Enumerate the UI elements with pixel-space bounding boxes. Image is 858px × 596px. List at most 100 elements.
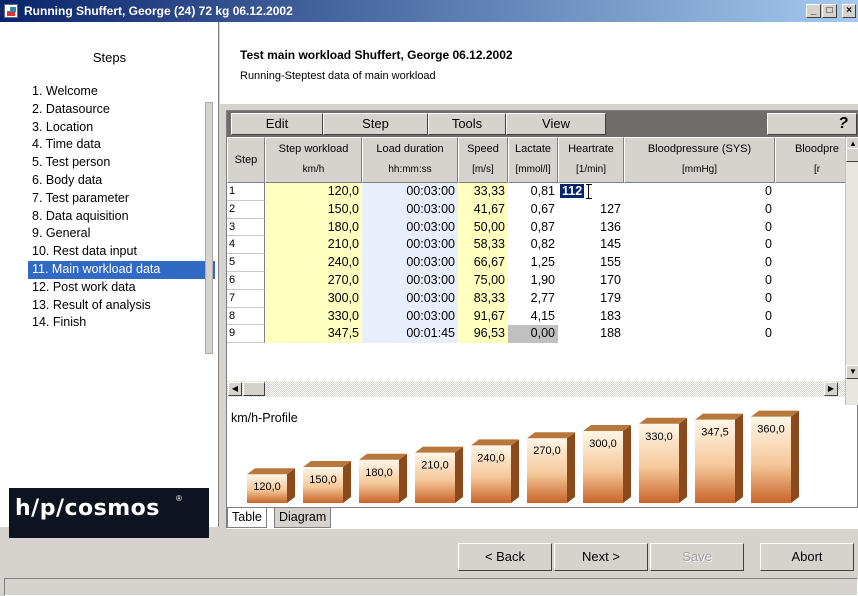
table-row[interactable]: 2 150,0 00:03:00 41,67 0,67 127 0 xyxy=(227,200,858,219)
heartrate-cell[interactable]: 127 xyxy=(558,200,624,219)
tab-diagram[interactable]: Diagram xyxy=(274,508,332,528)
speed-cell[interactable]: 96,53 xyxy=(458,325,508,344)
help-button[interactable]: ? xyxy=(767,113,857,135)
step-item[interactable]: 14. Finish xyxy=(30,314,215,332)
lactate-cell[interactable]: 0,82 xyxy=(508,236,558,255)
hscroll-thumb[interactable] xyxy=(243,382,265,396)
maximize-button[interactable]: □ xyxy=(822,4,837,18)
duration-cell[interactable]: 00:03:00 xyxy=(362,200,458,219)
step-cell[interactable]: 4 xyxy=(227,236,265,255)
table-row[interactable]: 5 240,0 00:03:00 66,67 1,25 155 0 xyxy=(227,254,858,272)
back-button[interactable]: < Back xyxy=(458,543,552,571)
speed-cell[interactable]: 83,33 xyxy=(458,289,508,308)
bloodpressure-sys-cell[interactable]: 0 xyxy=(624,254,775,272)
lactate-cell[interactable]: 0,67 xyxy=(508,200,558,219)
menu-view[interactable]: View xyxy=(506,113,606,135)
step-cell[interactable]: 8 xyxy=(227,307,265,326)
duration-cell[interactable]: 00:01:45 xyxy=(362,325,458,344)
step-cell[interactable]: 3 xyxy=(227,218,265,237)
scroll-thumb[interactable] xyxy=(846,148,858,162)
step-item[interactable]: 10. Rest data input xyxy=(30,243,215,261)
save-button[interactable]: Save xyxy=(650,543,744,571)
lactate-cell[interactable]: 1,90 xyxy=(508,272,558,290)
step-cell[interactable]: 9 xyxy=(227,325,265,344)
steps-scrollbar[interactable] xyxy=(205,102,213,354)
table-row[interactable]: 3 180,0 00:03:00 50,00 0,87 136 0 xyxy=(227,218,858,237)
step-item[interactable]: 3. Location xyxy=(30,119,215,137)
step-cell[interactable]: 1 xyxy=(227,183,265,201)
abort-button[interactable]: Abort xyxy=(760,543,854,571)
column-header[interactable]: Load duration hh:mm:ss xyxy=(362,137,458,183)
app-icon[interactable] xyxy=(4,4,18,18)
workload-cell[interactable]: 270,0 xyxy=(265,272,362,290)
scroll-down-button[interactable]: ▼ xyxy=(846,365,858,379)
duration-cell[interactable]: 00:03:00 xyxy=(362,289,458,308)
workload-cell[interactable]: 120,0 xyxy=(265,183,362,201)
lactate-cell[interactable]: 0,00 xyxy=(508,325,558,344)
column-header[interactable]: Speed [m/s] xyxy=(458,137,508,183)
scroll-right-button[interactable]: ▶ xyxy=(824,382,838,396)
heartrate-cell[interactable]: 155 xyxy=(558,254,624,272)
speed-cell[interactable]: 66,67 xyxy=(458,254,508,272)
workload-cell[interactable]: 330,0 xyxy=(265,307,362,326)
heartrate-cell[interactable]: 179 xyxy=(558,289,624,308)
heartrate-cell[interactable]: 136 xyxy=(558,218,624,237)
close-button[interactable]: × xyxy=(842,4,856,18)
heartrate-cell[interactable]: 170 xyxy=(558,272,624,290)
speed-cell[interactable]: 41,67 xyxy=(458,200,508,219)
lactate-cell[interactable]: 0,87 xyxy=(508,218,558,237)
lactate-cell[interactable]: 1,25 xyxy=(508,254,558,272)
table-vertical-scrollbar[interactable]: ▲ ▼ xyxy=(845,137,858,405)
workload-cell[interactable]: 150,0 xyxy=(265,200,362,219)
column-header[interactable]: Heartrate [1/min] xyxy=(558,137,624,183)
column-header[interactable]: Step xyxy=(227,137,265,183)
speed-cell[interactable]: 50,00 xyxy=(458,218,508,237)
speed-cell[interactable]: 58,33 xyxy=(458,236,508,255)
minimize-button[interactable]: _ xyxy=(806,4,821,18)
bloodpressure-sys-cell[interactable]: 0 xyxy=(624,272,775,290)
workload-cell[interactable]: 240,0 xyxy=(265,254,362,272)
bloodpressure-sys-cell[interactable]: 0 xyxy=(624,236,775,255)
duration-cell[interactable]: 00:03:00 xyxy=(362,183,458,201)
duration-cell[interactable]: 00:03:00 xyxy=(362,254,458,272)
duration-cell[interactable]: 00:03:00 xyxy=(362,307,458,326)
table-row[interactable]: 1 120,0 00:03:00 33,33 0,81 112 0 xyxy=(227,183,858,201)
heartrate-cell[interactable]: 112 xyxy=(558,183,624,201)
bloodpressure-sys-cell[interactable]: 0 xyxy=(624,289,775,308)
table-row[interactable]: 8 330,0 00:03:00 91,67 4,15 183 0 xyxy=(227,307,858,326)
heartrate-cell[interactable]: 145 xyxy=(558,236,624,255)
bloodpressure-sys-cell[interactable]: 0 xyxy=(624,218,775,237)
menu-step[interactable]: Step xyxy=(323,113,428,135)
bloodpressure-sys-cell[interactable]: 0 xyxy=(624,325,775,344)
lactate-cell[interactable]: 2,77 xyxy=(508,289,558,308)
step-item[interactable]: 9. General xyxy=(30,225,215,243)
duration-cell[interactable]: 00:03:00 xyxy=(362,236,458,255)
step-cell[interactable]: 6 xyxy=(227,272,265,290)
table-row[interactable]: 6 270,0 00:03:00 75,00 1,90 170 0 xyxy=(227,272,858,290)
duration-cell[interactable]: 00:03:00 xyxy=(362,218,458,237)
table-row[interactable]: 7 300,0 00:03:00 83,33 2,77 179 0 xyxy=(227,289,858,308)
speed-cell[interactable]: 91,67 xyxy=(458,307,508,326)
speed-cell[interactable]: 75,00 xyxy=(458,272,508,290)
step-cell[interactable]: 2 xyxy=(227,200,265,219)
step-item[interactable]: 1. Welcome xyxy=(30,83,215,101)
table-row[interactable]: 4 210,0 00:03:00 58,33 0,82 145 0 xyxy=(227,236,858,255)
menu-edit[interactable]: Edit xyxy=(231,113,323,135)
column-header[interactable]: Bloodpressure (SYS) [mmHg] xyxy=(624,137,775,183)
workload-cell[interactable]: 210,0 xyxy=(265,236,362,255)
table-row[interactable]: 9 347,5 00:01:45 96,53 0,00 188 0 xyxy=(227,325,858,344)
heartrate-edit-selection[interactable]: 112 xyxy=(560,184,585,198)
bloodpressure-sys-cell[interactable]: 0 xyxy=(624,307,775,326)
lactate-cell[interactable]: 0,81 xyxy=(508,183,558,201)
table-horizontal-scrollbar[interactable]: ◀ ▶ xyxy=(227,381,845,397)
bloodpressure-sys-cell[interactable]: 0 xyxy=(624,200,775,219)
step-item[interactable]: 2. Datasource xyxy=(30,101,215,119)
heartrate-cell[interactable]: 188 xyxy=(558,325,624,344)
step-item[interactable]: 12. Post work data xyxy=(30,279,215,297)
column-header[interactable]: Lactate [mmol/l] xyxy=(508,137,558,183)
step-item[interactable]: 4. Time data xyxy=(30,136,215,154)
workload-cell[interactable]: 180,0 xyxy=(265,218,362,237)
step-item[interactable]: 7. Test parameter xyxy=(30,190,215,208)
step-item[interactable]: 13. Result of analysis xyxy=(30,297,215,315)
workload-cell[interactable]: 300,0 xyxy=(265,289,362,308)
